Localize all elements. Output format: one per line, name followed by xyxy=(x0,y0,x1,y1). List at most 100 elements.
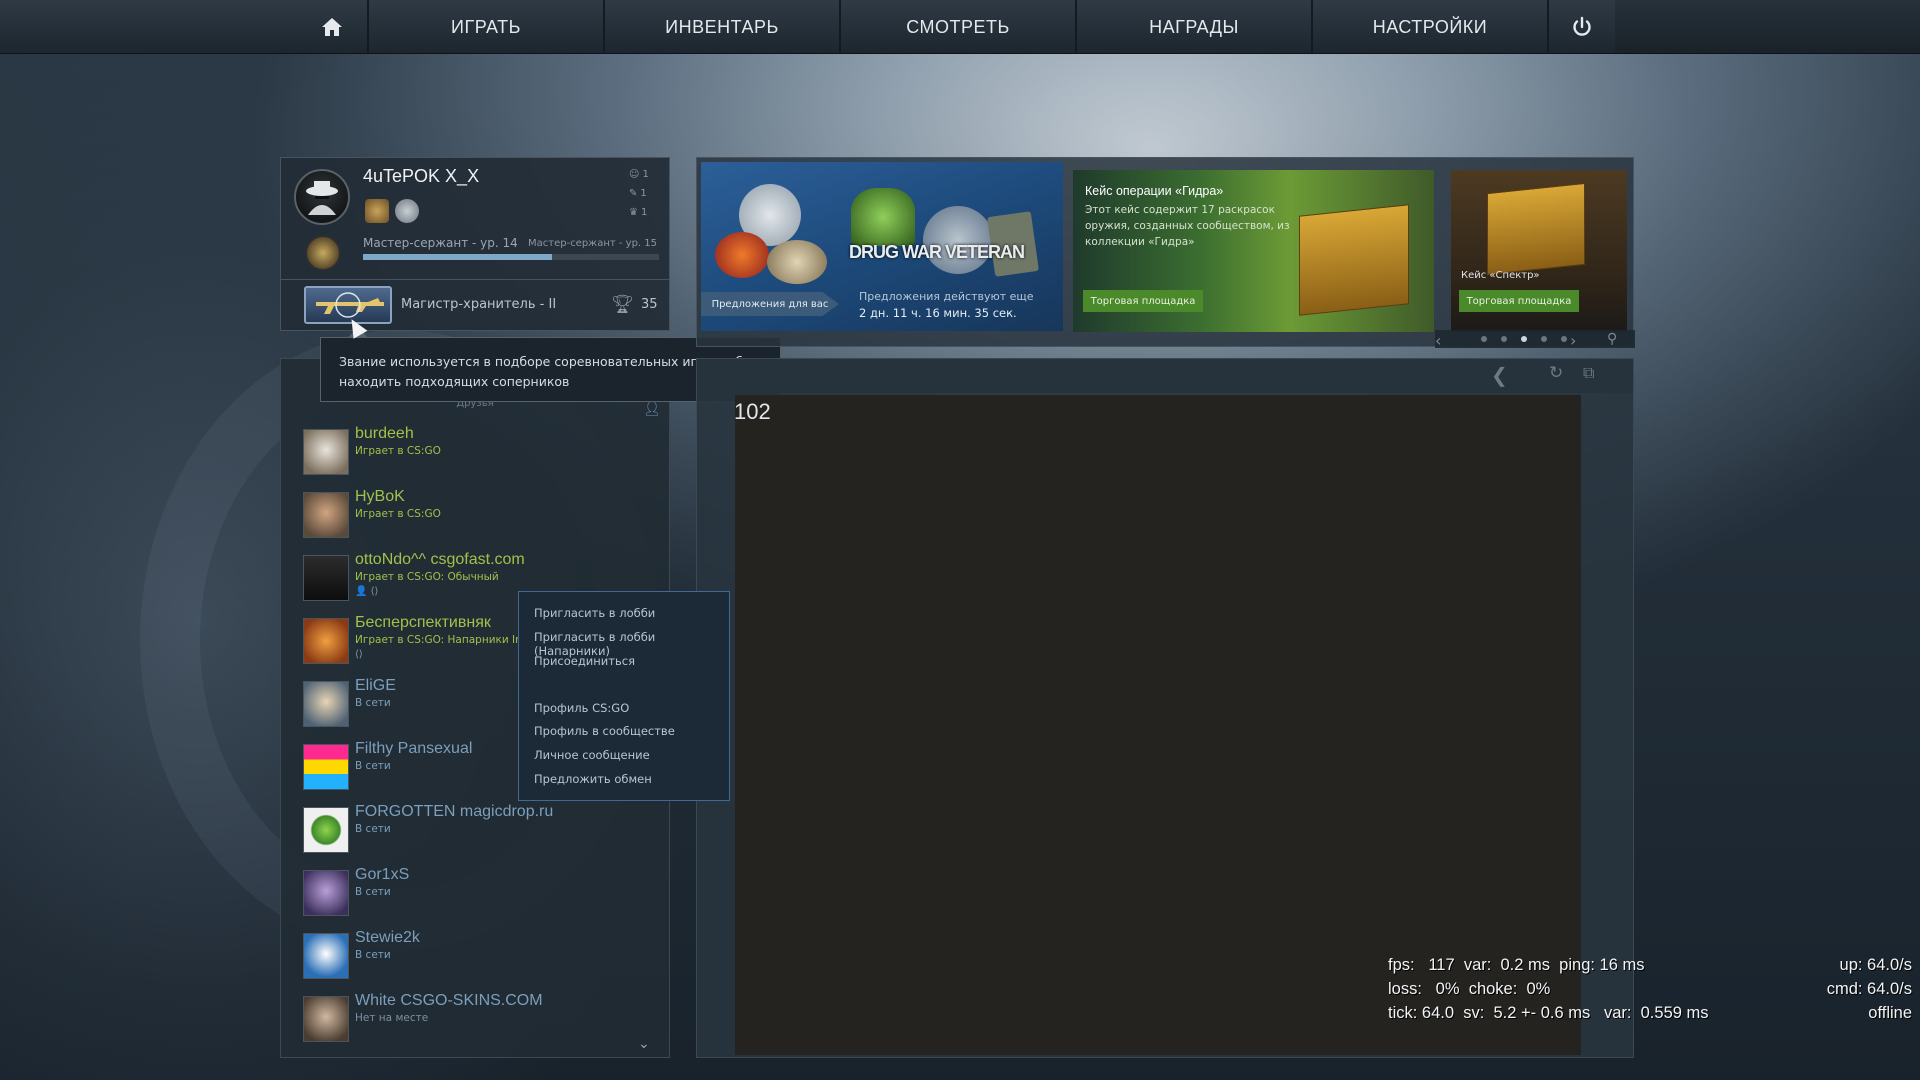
profile-card: 4uTePOK X_X ☺ 1 ✎ 1 ♛ 1 Мастер-сержант - ур… xyxy=(280,157,670,331)
friend-avatar xyxy=(303,744,349,790)
friend-avatar xyxy=(303,870,349,916)
netgraph-line-1: fps: 117 var: 0.2 ms ping: 16 ms xyxy=(1388,956,1645,974)
friend-status: Играет в CS:GO: Обычный xyxy=(355,571,499,583)
friend-name: EliGE xyxy=(355,677,396,694)
power-button[interactable] xyxy=(1549,0,1615,54)
friend-lobby-icons: ⟨⟩ xyxy=(355,649,363,660)
stat-friendly: ☺ 1 xyxy=(629,169,649,180)
friend-item[interactable]: FORGOTTEN magicdrop.ru В сети xyxy=(303,803,663,867)
hydra-case-title: Кейс операции «Гидра» xyxy=(1085,184,1224,198)
page-dot[interactable] xyxy=(1541,336,1547,342)
friend-lobby-icons: 👤 ⟨⟩ xyxy=(355,586,379,597)
menu-trade-offer[interactable]: Предложить обмен xyxy=(534,772,652,786)
chevron-right-icon[interactable]: › xyxy=(1570,331,1576,350)
friend-status: В сети xyxy=(355,949,391,961)
nav-watch[interactable]: СМОТРЕТЬ xyxy=(841,0,1077,54)
friend-avatar xyxy=(303,492,349,538)
medal-badge-icon[interactable] xyxy=(365,199,389,223)
profile-name[interactable]: 4uTePOK X_X xyxy=(363,166,479,187)
nav-play[interactable]: ИГРАТЬ xyxy=(369,0,605,54)
friend-avatar xyxy=(303,429,349,475)
leader-crown-icon: ♛ xyxy=(629,207,638,218)
friend-name: Filthy Pansexual xyxy=(355,740,473,757)
refresh-icon[interactable]: ↻ xyxy=(1549,363,1563,383)
netgraph-line-2: loss: 0% choke: 0% xyxy=(1388,980,1551,998)
friend-avatar xyxy=(303,933,349,979)
friend-avatar xyxy=(303,555,349,601)
chevron-left-icon[interactable]: ‹ xyxy=(1435,331,1441,350)
friend-status: Играет в CS:GO xyxy=(355,445,441,457)
home-button[interactable] xyxy=(297,0,369,54)
avatar[interactable] xyxy=(294,169,350,225)
offer-timer: 2 дн. 11 ч. 16 мин. 35 сек. xyxy=(859,306,1017,320)
friend-name: FORGOTTEN magicdrop.ru xyxy=(355,803,554,820)
drug-war-veteran-logo: DRUG WAR VETERAN xyxy=(849,242,1025,262)
nav-rewards[interactable]: НАГРАДЫ xyxy=(1077,0,1313,54)
xp-level-current: Мастер-сержант - ур. 14 xyxy=(363,236,518,250)
page-dot[interactable] xyxy=(1521,336,1527,342)
hydra-case-image xyxy=(1299,204,1409,316)
banner-offers[interactable]: DRUG WAR VETERAN Предложения для вас Пре… xyxy=(701,162,1063,331)
store-banners: DRUG WAR VETERAN Предложения для вас Пре… xyxy=(696,157,1635,350)
netgraph-status: offline xyxy=(1868,1004,1912,1022)
main-panel: ❮ ↻ ⧉ 102 xyxy=(696,358,1634,1058)
netgraph-line-3: tick: 64.0 sv: 5.2 +- 0.6 ms var: 0.559 … xyxy=(1388,1004,1709,1022)
spectrum-market-button[interactable]: Торговая площадка xyxy=(1459,290,1579,312)
friend-item[interactable]: Stewie2k В сети xyxy=(303,929,663,993)
top-navigation: ИГРАТЬ ИНВЕНТАРЬ СМОТРЕТЬ НАГРАДЫ НАСТРО… xyxy=(0,0,1920,54)
teacher-icon: ✎ xyxy=(629,188,638,199)
friend-avatar xyxy=(303,996,349,1042)
xp-progress-bar xyxy=(363,254,659,260)
stat-leader: ♛ 1 xyxy=(629,207,648,218)
friend-context-menu: Пригласить в лобби Пригласить в лобби (Н… xyxy=(518,591,730,801)
home-icon xyxy=(322,18,342,36)
friend-name: HyBoK xyxy=(355,488,405,505)
menu-join[interactable]: Присоединиться xyxy=(534,654,635,668)
friend-item[interactable]: White CSGO-SKINS.COM Нет на месте xyxy=(303,992,663,1056)
page-dot[interactable] xyxy=(1481,336,1487,342)
friend-name: Stewie2k xyxy=(355,929,420,946)
banner-spectrum-case[interactable]: Кейс «Спектр» Торговая площадка xyxy=(1451,170,1627,332)
offers-button[interactable]: Предложения для вас xyxy=(701,292,839,316)
search-icon[interactable]: ⚲ xyxy=(1607,331,1617,347)
friend-avatar xyxy=(303,807,349,853)
friend-name: burdeeh xyxy=(355,425,414,442)
external-link-icon[interactable]: ⧉ xyxy=(1583,363,1594,383)
menu-community-profile[interactable]: Профиль в сообществе xyxy=(534,724,675,738)
friend-status: Играет в CS:GO: Напарники Inf xyxy=(355,634,526,646)
friend-name: White CSGO-SKINS.COM xyxy=(355,992,543,1009)
chevron-down-icon[interactable]: ⌄ xyxy=(638,1037,654,1051)
add-friend-icon[interactable]: 👤︎ xyxy=(643,401,661,417)
trophy-count: 35 xyxy=(641,297,658,312)
friend-status: В сети xyxy=(355,697,391,709)
hydra-market-button[interactable]: Торговая площадка xyxy=(1083,290,1203,312)
page-dot[interactable] xyxy=(1501,336,1507,342)
menu-private-message[interactable]: Личное сообщение xyxy=(534,748,650,762)
coin-medal-icon[interactable] xyxy=(395,199,419,223)
friend-status: В сети xyxy=(355,760,391,772)
friend-item[interactable]: HyBoK Играет в CS:GO xyxy=(303,488,663,552)
friend-item[interactable]: burdeeh Играет в CS:GO xyxy=(303,425,663,489)
nav-settings[interactable]: НАСТРОЙКИ xyxy=(1313,0,1549,54)
netgraph-cmd: cmd: 64.0/s xyxy=(1826,980,1912,998)
friend-name: Gor1xS xyxy=(355,866,410,883)
nav-inventory[interactable]: ИНВЕНТАРЬ xyxy=(605,0,841,54)
offer-timer-label: Предложения действуют еще xyxy=(859,290,1034,303)
spectrum-case-image xyxy=(1487,182,1585,276)
friendly-icon: ☺ xyxy=(629,169,640,180)
back-icon[interactable]: ❮ xyxy=(1491,363,1508,387)
weed-sticker-image xyxy=(851,188,915,246)
power-icon xyxy=(1573,16,1591,36)
banner-hydra-case[interactable]: Кейс операции «Гидра» Этот кейс содержит… xyxy=(1073,170,1434,332)
competitive-rank-name: Магистр-хранитель - II xyxy=(401,297,557,312)
menu-csgo-profile[interactable]: Профиль CS:GO xyxy=(534,701,629,715)
friend-item[interactable]: Gor1xS В сети xyxy=(303,866,663,930)
page-dot[interactable] xyxy=(1561,336,1567,342)
sticker-image xyxy=(767,240,827,284)
sticker-image xyxy=(715,232,769,278)
menu-invite-lobby[interactable]: Пригласить в лобби xyxy=(534,606,655,620)
friend-status: Играет в CS:GO xyxy=(355,508,441,520)
tooltip-text: Звание используется в подборе соревноват… xyxy=(339,354,753,389)
stat-teacher: ✎ 1 xyxy=(629,188,647,199)
competitive-rank-badge[interactable] xyxy=(304,286,392,324)
